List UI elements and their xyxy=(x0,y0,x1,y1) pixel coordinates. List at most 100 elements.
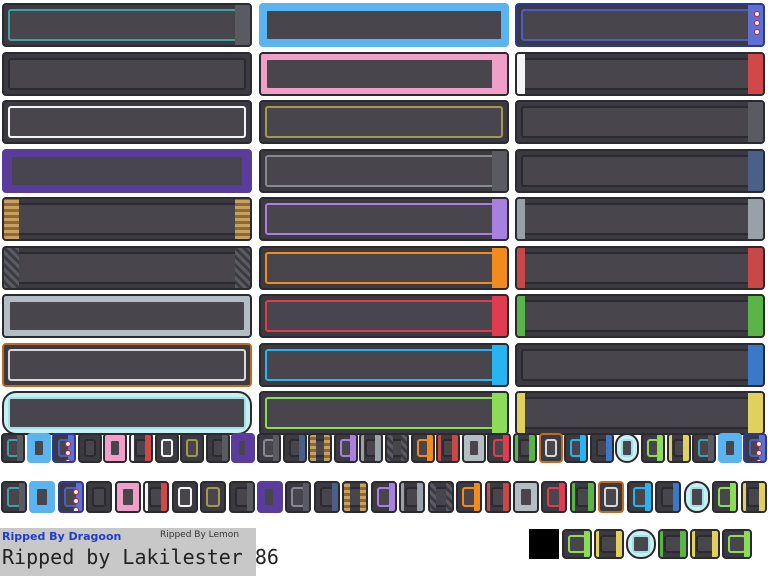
small-tile-a-16 xyxy=(385,433,409,463)
bottom-tile-6-cap xyxy=(712,531,718,557)
small-tile-b-6 xyxy=(143,481,169,513)
small-tile-a-16-rpat xyxy=(401,435,407,461)
large-frame-19-inner xyxy=(8,300,246,332)
small-tile-a-4 xyxy=(78,433,102,463)
small-tile-a-18-cap xyxy=(452,435,458,461)
small-tile-a-3-ball-0 xyxy=(65,441,71,447)
small-tile-a-30-ball-2 xyxy=(756,459,762,461)
small-tile-a-28-cap xyxy=(708,435,714,461)
bottom-tile-3-cap xyxy=(616,531,622,557)
small-tile-a-18 xyxy=(436,433,460,463)
large-frame-10 xyxy=(2,149,252,193)
large-frame-17-cap xyxy=(492,248,507,288)
large-frame-5-cap xyxy=(492,54,507,94)
small-tile-a-21-cap xyxy=(529,435,535,461)
large-frame-7 xyxy=(2,100,252,144)
small-tile-b-7-inner xyxy=(178,487,192,507)
small-tile-b-6-lcap xyxy=(145,483,148,511)
bottom-tile-6 xyxy=(690,529,720,559)
small-tile-b-4 xyxy=(86,481,112,513)
large-frame-16-inner xyxy=(8,252,246,284)
small-tile-b-25 xyxy=(684,481,710,513)
large-frame-24-cap xyxy=(748,345,763,385)
small-tile-b-10-lcap xyxy=(259,483,262,511)
small-tile-b-18-lcap xyxy=(487,483,490,511)
small-tile-a-13-lpat xyxy=(310,435,316,461)
small-tile-b-27-lcap xyxy=(743,483,746,511)
large-frame-12-cap xyxy=(748,151,763,191)
small-tile-b-3-ball-0 xyxy=(73,489,79,495)
large-frame-20 xyxy=(259,294,509,338)
small-tile-a-7-inner xyxy=(161,439,173,457)
small-tile-b-11-cap xyxy=(303,483,309,511)
small-tile-a-29-inner xyxy=(724,439,736,457)
small-tile-a-10-lcap xyxy=(233,435,236,461)
small-tile-a-2 xyxy=(27,433,51,463)
small-tile-b-27-cap xyxy=(759,483,765,511)
small-tile-b-22-inner xyxy=(604,487,618,507)
small-tile-a-8 xyxy=(180,433,204,463)
small-tile-a-15 xyxy=(359,433,383,463)
small-tile-a-3-ball-2 xyxy=(65,459,71,461)
large-frame-11-cap xyxy=(492,151,507,191)
small-tile-a-6-cap xyxy=(145,435,151,461)
small-tile-a-19 xyxy=(462,433,486,463)
small-tile-b-13-lpat xyxy=(344,483,350,511)
large-frame-22 xyxy=(2,343,252,387)
small-tile-b-3-ball-2 xyxy=(73,507,79,511)
small-tile-b-14-cap xyxy=(389,483,395,511)
small-tile-a-27-cap xyxy=(683,435,689,461)
large-frame-23-inner xyxy=(265,349,503,381)
small-tile-b-8 xyxy=(200,481,226,513)
small-tile-b-23 xyxy=(627,481,653,513)
large-frame-9-inner xyxy=(521,106,759,138)
bottom-tile-5-lcap xyxy=(660,531,663,557)
small-tile-b-20 xyxy=(541,481,567,513)
large-frame-17 xyxy=(259,246,509,290)
small-tile-a-6-lcap xyxy=(131,435,134,461)
large-frame-2-inner xyxy=(265,9,503,41)
large-frame-18 xyxy=(515,246,765,290)
small-tile-b-1 xyxy=(1,481,27,513)
bottom-tile-2 xyxy=(562,529,592,559)
small-tile-b-3 xyxy=(58,481,84,513)
small-tile-b-16 xyxy=(428,481,454,513)
small-tile-b-9 xyxy=(229,481,255,513)
small-tile-b-7 xyxy=(172,481,198,513)
small-tile-a-3-cap xyxy=(68,435,74,461)
small-tile-a-22-inner xyxy=(545,439,557,457)
small-tile-a-14-cap xyxy=(350,435,356,461)
large-frame-5 xyxy=(259,52,509,96)
large-frame-4 xyxy=(2,52,252,96)
large-frame-23 xyxy=(259,343,509,387)
large-frame-27-cap xyxy=(748,393,763,433)
small-tile-b-27 xyxy=(741,481,767,513)
sprite-sheet xyxy=(0,0,768,576)
large-frame-24-inner xyxy=(521,349,759,381)
small-tile-b-26-cap xyxy=(730,483,736,511)
large-frame-1-cap xyxy=(235,5,250,45)
small-tile-a-17 xyxy=(411,433,435,463)
small-tile-a-10 xyxy=(231,433,255,463)
small-tile-a-30-cap xyxy=(759,435,765,461)
large-frame-6-cap xyxy=(748,54,763,94)
small-tile-a-13 xyxy=(308,433,332,463)
small-tile-b-9-cap xyxy=(247,483,253,511)
small-tile-b-23-cap xyxy=(645,483,651,511)
bottom-tile-5-cap xyxy=(680,531,686,557)
small-tile-b-20-cap xyxy=(559,483,565,511)
large-frame-13 xyxy=(2,197,252,241)
large-frame-26-cap xyxy=(492,393,507,433)
small-tile-b-2 xyxy=(29,481,55,513)
large-frame-4-inner xyxy=(8,58,246,90)
small-tile-b-17 xyxy=(456,481,482,513)
small-tile-b-8-inner xyxy=(206,487,220,507)
small-tile-b-10 xyxy=(257,481,283,513)
bottom-tile-5 xyxy=(658,529,688,559)
large-frame-14 xyxy=(259,197,509,241)
small-tile-a-18-lcap xyxy=(438,435,441,461)
large-frame-6-inner xyxy=(521,58,759,90)
large-frame-1 xyxy=(2,3,252,47)
small-tile-a-11-cap xyxy=(273,435,279,461)
small-tile-b-17-cap xyxy=(474,483,480,511)
